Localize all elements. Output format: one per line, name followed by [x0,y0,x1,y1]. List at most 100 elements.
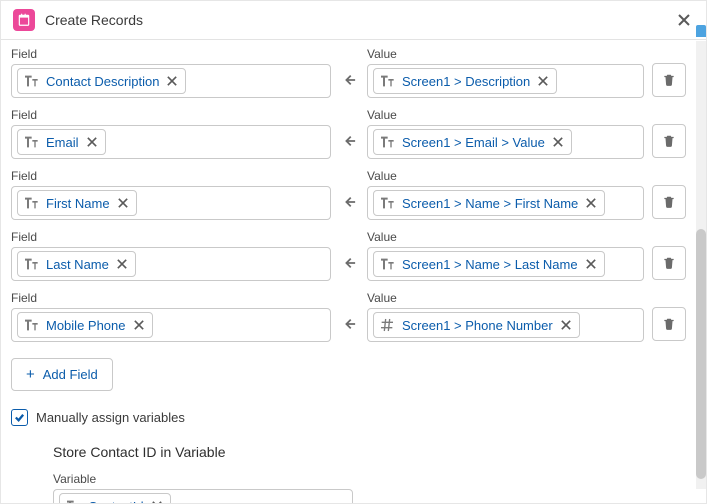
delete-column [652,62,686,98]
variable-pill-text: ContactId [88,499,144,504]
arrow-left-icon [339,306,359,342]
scrollbar[interactable] [696,1,706,503]
field-row: Field Email Value Screen1 > Email > Value [11,108,686,159]
text-type-icon [22,133,40,151]
text-type-icon [378,133,396,151]
value-pill[interactable]: Screen1 > Name > Last Name [373,251,605,277]
field-label: Field [11,230,331,244]
delete-row-button[interactable] [652,246,686,280]
remove-pill-icon[interactable] [165,74,179,88]
value-input[interactable]: Screen1 > Email > Value [367,125,644,159]
remove-pill-icon[interactable] [116,196,130,210]
value-input[interactable]: Screen1 > Phone Number [367,308,644,342]
value-label: Value [367,108,644,122]
field-pill[interactable]: First Name [17,190,137,216]
text-type-icon [378,194,396,212]
field-input[interactable]: Mobile Phone [11,308,331,342]
variable-pill[interactable]: ContactId [59,493,171,503]
value-column: Value Screen1 > Name > Last Name [367,230,644,281]
delete-row-button[interactable] [652,185,686,219]
field-input[interactable]: Last Name [11,247,331,281]
delete-column [652,123,686,159]
panel-body: FieldContact DescriptionValueScreen1 > D… [1,41,696,503]
remove-pill-icon[interactable] [536,74,550,88]
field-pill-text: Last Name [46,257,109,272]
value-column: Value Screen1 > Name > First Name [367,169,644,220]
value-label: Value [367,291,644,305]
number-type-icon [378,316,396,334]
remove-pill-icon[interactable] [584,257,598,271]
field-label: Field [11,47,331,61]
remove-pill-icon[interactable] [584,196,598,210]
field-column: Field Contact Description [11,47,331,98]
remove-pill-icon[interactable] [150,499,164,503]
variable-label: Variable [53,472,353,486]
field-column: Field Email [11,108,331,159]
text-type-icon [22,316,40,334]
close-button[interactable] [674,10,694,30]
value-pill[interactable]: Screen1 > Name > First Name [373,190,605,216]
delete-row-button[interactable] [652,124,686,158]
value-pill[interactable]: Screen1 > Phone Number [373,312,580,338]
value-pill[interactable]: Screen1 > Email > Value [373,129,572,155]
manually-assign-row: Manually assign variables [11,409,686,426]
panel-title: Create Records [45,12,664,28]
value-column: ValueScreen1 > Description [367,47,644,98]
field-pill[interactable]: Email [17,129,106,155]
delete-row-button[interactable] [652,307,686,341]
field-row: Field Contact Description ValueScreen1 > D… [11,47,686,98]
plus-icon: + [26,367,35,382]
field-pill[interactable]: Last Name [17,251,136,277]
field-input[interactable]: Email [11,125,331,159]
value-input[interactable]: Screen1 > Name > Last Name [367,247,644,281]
text-type-icon [22,72,40,90]
value-pill-text: Screen1 > Phone Number [402,318,553,333]
manually-assign-label: Manually assign variables [36,410,185,425]
field-label: Field [11,169,331,183]
remove-pill-icon[interactable] [551,135,565,149]
text-type-icon [22,255,40,273]
panel-header: Create Records [1,1,706,40]
remove-pill-icon[interactable] [115,257,129,271]
field-label: Field [11,291,331,305]
value-pill-text: Screen1 > Name > First Name [402,196,578,211]
delete-column [652,184,686,220]
variable-block: Variable ContactId [53,472,353,503]
value-input[interactable]: Screen1 > Name > First Name [367,186,644,220]
scroll-marker-icon [696,25,706,37]
value-column: Value Screen1 > Phone Number [367,291,644,342]
delete-column [652,306,686,342]
delete-row-button[interactable] [652,63,686,97]
field-row: Field First Name Value Screen1 > Name > Fir… [11,169,686,220]
create-records-panel: Create Records Field Contact Description V… [0,0,707,504]
arrow-left-icon [339,245,359,281]
field-pill[interactable]: Contact Description [17,68,186,94]
text-type-icon [378,72,396,90]
value-column: Value Screen1 > Email > Value [367,108,644,159]
remove-pill-icon[interactable] [132,318,146,332]
arrow-left-icon [339,62,359,98]
store-id-section-title: Store Contact ID in Variable [53,444,686,460]
value-label: Value [367,169,644,183]
manually-assign-checkbox[interactable] [11,409,28,426]
remove-pill-icon[interactable] [85,135,99,149]
value-pill[interactable]: Screen1 > Description [373,68,557,94]
field-input[interactable]: Contact Description [11,64,331,98]
field-input[interactable]: First Name [11,186,331,220]
text-type-icon [378,255,396,273]
field-column: Field Mobile Phone [11,291,331,342]
text-type-icon [64,497,82,503]
variable-input[interactable]: ContactId [53,489,353,503]
field-pill-text: Contact Description [46,74,159,89]
field-column: Field First Name [11,169,331,220]
field-label: Field [11,108,331,122]
scroll-thumb[interactable] [696,229,706,479]
field-pill[interactable]: Mobile Phone [17,312,153,338]
delete-column [652,245,686,281]
value-input[interactable]: Screen1 > Description [367,64,644,98]
value-label: Value [367,230,644,244]
arrow-left-icon [339,184,359,220]
add-field-button[interactable]: + Add Field [11,358,113,391]
remove-pill-icon[interactable] [559,318,573,332]
field-pill-text: Mobile Phone [46,318,126,333]
